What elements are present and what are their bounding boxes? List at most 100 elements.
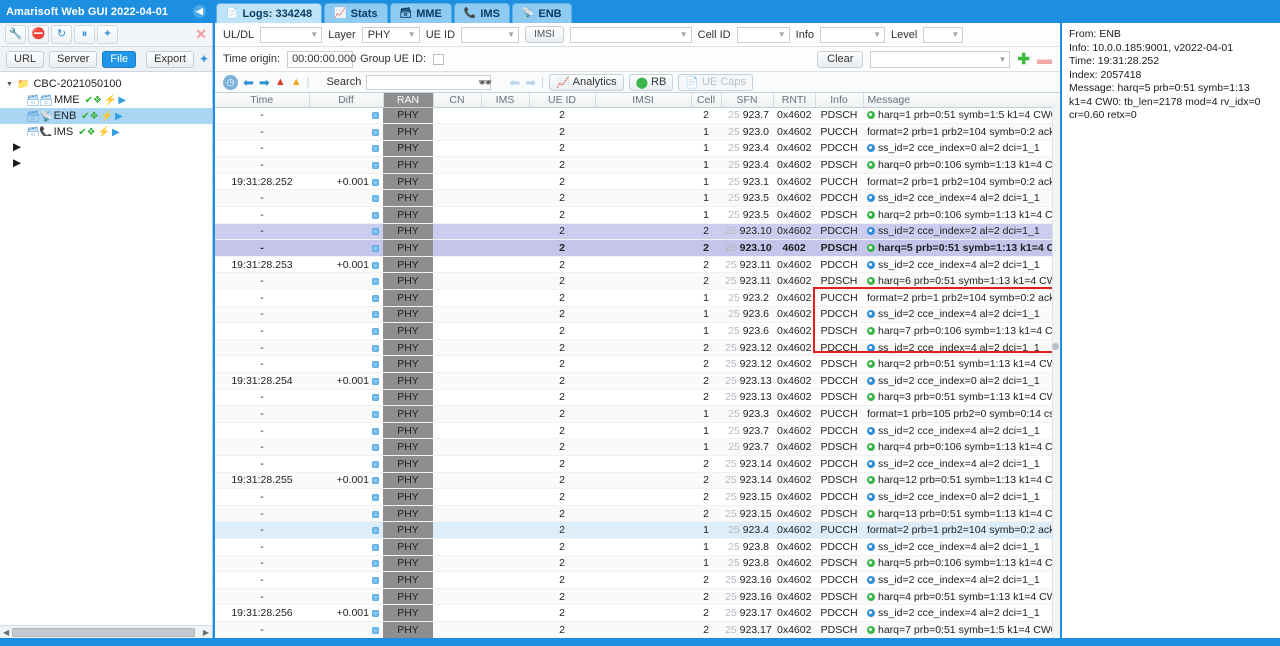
chevron-down-icon[interactable]	[6, 81, 17, 88]
chevron-right-icon[interactable]	[6, 152, 212, 176]
table-row[interactable]: - PHY 2 2 25 923.14 0x4602 PDCCH ss_id=2 cce_in…	[215, 455, 1060, 473]
scroll-right-arrow-icon[interactable]: ▶	[203, 628, 209, 637]
tree-item-backup[interactable]: 📁 Backup	[0, 152, 212, 176]
table-row[interactable]: - PHY 2 1 25 923.8 0x4602 PDCCH ss_id=2 cce_ind…	[215, 538, 1060, 556]
table-row[interactable]: - PHY 2 1 25 923.7 0x4602 PDSCH harq=4 prb=0:10…	[215, 438, 1060, 456]
table-vertical-scrollbar[interactable]	[1052, 107, 1060, 638]
plug-icon[interactable]: ✦	[97, 25, 118, 44]
add-filter-icon[interactable]: ✚	[1017, 52, 1030, 67]
find-next-icon[interactable]: ➡	[525, 76, 536, 89]
table-row[interactable]: - PHY 2 1 25 923.8 0x4602 PDSCH harq=5 prb=0:10…	[215, 555, 1060, 573]
ueid-select[interactable]: ▼	[461, 26, 520, 43]
table-row[interactable]: - PHY 2 2 25 923.15 0x4602 PDSCH harq=13 prb=0:…	[215, 505, 1060, 523]
table-row[interactable]: - PHY 2 2 25 923.10 0x4602 PDCCH ss_id=2 cce_in…	[215, 223, 1060, 241]
scroll-left-arrow-icon[interactable]: ◀	[3, 628, 9, 637]
imsi-button[interactable]: IMSI	[525, 26, 564, 43]
ue-caps-button[interactable]: 📄 UE Caps	[678, 73, 754, 91]
table-row[interactable]: - PHY 2 1 25 923.6 0x4602 PDSCH harq=7 prb=0:10…	[215, 322, 1060, 340]
find-prev-icon[interactable]: ⬅	[509, 76, 520, 89]
tab-logs[interactable]: 📄 Logs: 334248	[216, 3, 323, 23]
col-time[interactable]: Time	[215, 93, 310, 108]
col-ueid[interactable]: UE ID	[529, 93, 596, 108]
tab-enb[interactable]: 📡 ENB	[511, 3, 572, 23]
col-sfn[interactable]: SFN	[721, 93, 774, 108]
col-rnti[interactable]: RNTI	[773, 93, 816, 108]
table-row[interactable]: - PHY 2 1 25 923.2 0x4602 PUCCH format=2 prb=1 …	[215, 289, 1060, 307]
table-row[interactable]: - PHY 2 1 25 923.4 0x4602 PDSCH harq=0 prb=0:10…	[215, 156, 1060, 174]
left-horizontal-scrollbar[interactable]: ◀ ▶	[0, 625, 212, 638]
table-row[interactable]: - PHY 2 1 25 923.0 0x4602 PUCCH format=2 prb=1 …	[215, 123, 1060, 141]
stop-icon[interactable]: ⛔	[28, 25, 49, 44]
wrench-icon[interactable]: 🔧	[5, 25, 26, 44]
tab-stats[interactable]: 📈 Stats	[324, 3, 388, 23]
clear-button[interactable]: Clear	[817, 50, 864, 68]
refresh-icon[interactable]: ↻	[51, 25, 72, 44]
col-imsi[interactable]: IMSI	[595, 93, 692, 108]
layer-select[interactable]: PHY ▼	[361, 26, 420, 43]
export-button[interactable]: Export	[146, 50, 194, 68]
table-row[interactable]: 19:31:28.256 +0.001 PHY 2 2 25 923.17 0x4602 PD…	[215, 604, 1060, 622]
table-row[interactable]: - PHY 2 2 25 923.16 0x4602 PDCCH ss_id=2 cce_in…	[215, 571, 1060, 589]
status-play-icon[interactable]: ▶	[115, 111, 123, 122]
add-node-icon[interactable]: ✦	[199, 52, 209, 66]
tab-mme[interactable]: 🗃 MME	[389, 3, 452, 23]
table-row[interactable]: - PHY 2 1 25 923.6 0x4602 PDCCH ss_id=2 cce_ind…	[215, 306, 1060, 324]
file-button[interactable]: File	[102, 50, 137, 68]
table-row[interactable]: - PHY 2 1 25 923.5 0x4602 PDSCH harq=2 prb=0:10…	[215, 206, 1060, 224]
table-row[interactable]: 19:31:28.254 +0.001 PHY 2 2 25 923.13 0x4602 PD…	[215, 372, 1060, 390]
table-row[interactable]: - PHY 2 2 25 923.11 0x4602 PDSCH harq=6 prb=0:5…	[215, 272, 1060, 291]
preset-select[interactable]: ▼	[870, 50, 1011, 68]
group-ueid-checkbox[interactable]	[433, 53, 445, 65]
tree-item-enb[interactable]: 🗃📡 ENB ✔❖ ⚡ ▶	[0, 108, 212, 124]
col-cell[interactable]: Cell	[691, 93, 722, 108]
cellid-select[interactable]: ▼	[736, 26, 790, 43]
table-row[interactable]: - PHY 2 2 25 923.15 0x4602 PDCCH ss_id=2 cce_in…	[215, 488, 1060, 506]
table-row[interactable]: 19:31:28.252 +0.001 PHY 2 1 25 923.1 0x4602 PUC…	[215, 173, 1060, 191]
table-row[interactable]: - PHY 2 1 25 923.3 0x4602 PUCCH format=1 prb=10…	[215, 405, 1060, 423]
server-button[interactable]: Server	[49, 50, 98, 68]
table-row[interactable]: - PHY 2 2 25 923.17 0x4602 PDSCH harq=7 prb=0:5…	[215, 621, 1060, 638]
col-cn[interactable]: CN	[433, 93, 482, 108]
binoculars-icon[interactable]: 🕶	[478, 76, 492, 89]
table-row[interactable]: - PHY 2 2 25 923.12 0x4602 PDSCH harq=2 prb=0:5…	[215, 355, 1060, 373]
chevron-left-icon[interactable]: ◀	[193, 5, 206, 18]
table-row[interactable]: - PHY 2 1 25 923.4 0x4602 PDCCH ss_id=2 cce_ind…	[215, 140, 1060, 158]
rb-button[interactable]: ⬤ RB	[628, 73, 674, 91]
col-ran[interactable]: RAN	[383, 93, 434, 108]
table-row[interactable]: 19:31:28.253 +0.001 PHY 2 2 25 923.11 0x4602 PD…	[215, 256, 1060, 274]
clock-icon[interactable]: ◷	[223, 74, 238, 90]
search-input[interactable]	[366, 74, 492, 90]
uldl-select[interactable]: ▼	[260, 26, 323, 43]
scroll-thumb[interactable]	[1052, 343, 1059, 350]
table-row[interactable]: - PHY 2 2 25 923.10 4602 PDSCH harq=5 prb=0:51 …	[215, 239, 1060, 257]
col-message[interactable]: Message	[863, 93, 1060, 108]
info-select[interactable]: ▼	[820, 26, 885, 43]
table-row[interactable]: - PHY 2 2 25 923.12 0x4602 PDCCH ss_id=2 cce_in…	[215, 339, 1060, 357]
pause-icon[interactable]: ⏸	[74, 25, 95, 44]
col-diff[interactable]: Diff	[309, 93, 384, 108]
col-ims[interactable]: IMS	[481, 93, 530, 108]
tab-ims[interactable]: 📞 IMS	[453, 3, 510, 23]
imsi-select[interactable]: ▼	[569, 26, 692, 43]
level-select[interactable]: ▼	[923, 26, 964, 43]
error-triangle-icon[interactable]: ▲	[275, 76, 286, 88]
table-row[interactable]: - PHY 2 1 25 923.4 0x4602 PUCCH format=2 prb=1 …	[215, 521, 1060, 539]
status-play-icon[interactable]: ▶	[118, 95, 126, 106]
time-origin-input[interactable]: 00:00:00.000	[287, 50, 356, 68]
table-row[interactable]: 19:31:28.255 +0.001 PHY 2 2 25 923.14 0x4602 PD…	[215, 472, 1060, 490]
table-row[interactable]: - PHY 2 2 25 923.13 0x4602 PDSCH harq=3 prb=0:5…	[215, 389, 1060, 407]
table-row[interactable]: - PHY 2 2 25 923.7 0x4602 PDSCH harq=1 prb=0:51…	[215, 107, 1060, 125]
scroll-thumb[interactable]	[12, 628, 195, 637]
table-row[interactable]: - PHY 2 1 25 923.7 0x4602 PDCCH ss_id=2 cce_ind…	[215, 422, 1060, 440]
warning-triangle-icon[interactable]: ▲	[291, 76, 302, 88]
url-button[interactable]: URL	[6, 50, 45, 68]
close-icon[interactable]: ✕	[195, 26, 207, 43]
col-info[interactable]: Info	[815, 93, 864, 108]
tree-item-mme[interactable]: 🗃🗃 MME ✔❖ ⚡ ▶	[0, 92, 212, 108]
arrow-left-icon[interactable]: ⬅	[243, 76, 254, 89]
analytics-button[interactable]: 📈 Analytics	[548, 73, 624, 91]
tree-item-cbc[interactable]: 📁 CBC-2021050100	[0, 76, 212, 92]
arrow-right-icon[interactable]: ➡	[259, 76, 270, 89]
table-row[interactable]: - PHY 2 1 25 923.5 0x4602 PDCCH ss_id=2 cce_ind…	[215, 189, 1060, 208]
remove-filter-icon[interactable]: ▬	[1037, 52, 1052, 67]
